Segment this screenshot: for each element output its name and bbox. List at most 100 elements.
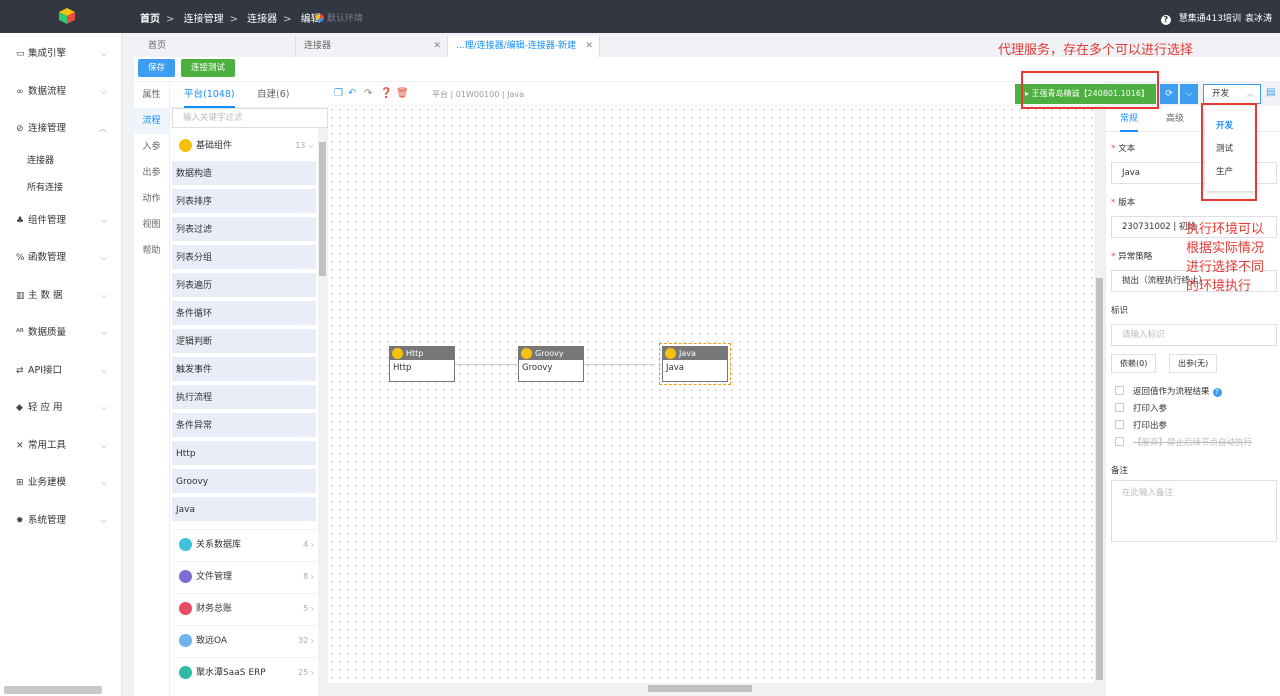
component-item[interactable]: 列表排序 [172,189,316,215]
group-base-components[interactable]: 基础组件 13 ⌵ [172,131,318,161]
refresh-icon[interactable]: ⟳ [1160,84,1178,104]
close-icon[interactable]: ✕ [585,36,593,57]
chevron-down-icon[interactable]: ⌵ [1180,84,1198,104]
component-item[interactable]: 逻辑判断 [172,329,316,355]
sidebar-item-api[interactable]: ⇄ API接口 ⌵ [0,352,121,390]
default-env-tag[interactable]: 默认环境 [316,11,363,24]
vtab-flow[interactable]: 流程 [134,108,169,134]
sidebar-item-component[interactable]: ♣ 组件管理 ⌵ [0,202,121,240]
env-select[interactable]: 开发 ︿ [1203,84,1261,104]
check-print-output[interactable]: 打印出参 [1115,419,1167,431]
breadcrumb-home[interactable]: 首页 [140,14,160,25]
tab-label: 连接器 [304,41,332,51]
sidebar-sub-all-connections[interactable]: 所有连接 [0,175,121,202]
gear-icon: ✹ [16,515,24,526]
node-icon [392,348,403,359]
vtab-input[interactable]: 入参 [134,134,169,160]
palette-scrollbar-thumb[interactable] [319,142,326,276]
sidebar-label: 函数管理 [28,252,67,263]
palette-group[interactable]: 致远OA 32 › [172,625,318,655]
help-icon[interactable]: ? [1212,388,1222,397]
palette-group[interactable]: 财务总账 5 › [172,593,318,623]
vtab-properties[interactable]: 属性 [134,82,169,108]
sidebar-sub-connector[interactable]: 连接器 [0,148,121,175]
vtab-action[interactable]: 动作 [134,186,169,212]
chevron-down-icon: ⌵ [100,49,107,58]
breadcrumb-connection[interactable]: 连接管理 [184,14,224,25]
tab-connector-edit[interactable]: ...理/连接器/编辑-连接器-新建 ✕ [448,36,600,57]
copy-icon[interactable]: ❐ [334,88,343,99]
palette-group[interactable]: 关系数据库 4 › [172,529,318,559]
check-return-as-result[interactable]: 返回值作为流程结果? [1115,385,1222,397]
component-item[interactable]: 执行流程 [172,385,316,411]
sidebar-item-light-app[interactable]: ◆ 轻 应 用 ⌵ [0,389,121,427]
tab-advanced[interactable]: 高级 [1166,106,1184,132]
component-item[interactable]: 列表分组 [172,245,316,271]
sidebar-item-flow[interactable]: ∞ 数据流程 ⌵ [0,73,121,111]
component-item[interactable]: 列表遍历 [172,273,316,299]
remark-textarea[interactable]: 在此输入备注 [1111,480,1277,542]
node-title: Http [406,349,424,358]
vtab-help[interactable]: 帮助 [134,238,169,264]
breadcrumb-connector[interactable]: 连接器 [247,14,277,25]
node-groovy[interactable]: Groovy Groovy [518,346,584,382]
annotation-line: 进行选择不同 [1186,260,1265,275]
org-name[interactable]: 慧集通413培训 [1179,14,1241,24]
id-label: 标识 [1111,306,1129,316]
flow-canvas[interactable]: Http Http Groovy Groovy Java Java [328,106,1094,683]
checkbox [1115,437,1124,446]
checkbox[interactable] [1115,386,1124,395]
component-item[interactable]: Groovy [172,469,316,495]
document-icon[interactable]: ▤ [1266,87,1275,98]
vtab-view[interactable]: 视图 [134,212,169,238]
tab-normal[interactable]: 常规 [1120,106,1139,132]
annotation-env: 执行环境可以 根据实际情况 进行选择不同 的环境执行 [1186,220,1264,296]
sidebar-item-function[interactable]: % 函数管理 ⌵ [0,239,121,277]
annotation-proxy-box [1021,71,1159,109]
sidebar-item-data-quality[interactable]: ᴬᴮ 数据质量 ⌵ [0,314,121,352]
help-circle-icon[interactable]: ❓ [380,88,392,99]
node-title: Groovy [535,349,564,358]
component-item[interactable]: Java [172,497,316,523]
canvas-vscroll-thumb[interactable] [1096,278,1103,680]
component-item[interactable]: 条件异常 [172,413,316,439]
sidebar-item-modeling[interactable]: ⊞ 业务建模 ⌵ [0,464,121,502]
tab-platform[interactable]: 平台(1048) [184,82,235,108]
sidebar-item-tools[interactable]: ✕ 常用工具 ⌵ [0,427,121,465]
test-connection-button[interactable]: 连接测试 [181,59,236,77]
sidebar-item-master-data[interactable]: ▥ 主 数 据 ⌵ [0,277,121,315]
sidebar-scrollbar[interactable] [4,686,102,694]
save-button[interactable]: 保存 [138,59,176,77]
undo-icon[interactable]: ↶ [348,88,356,99]
user-name[interactable]: 袁冰涛 [1245,14,1272,24]
trash-icon[interactable]: 🗑 [396,88,409,99]
component-item[interactable]: 列表过滤 [172,217,316,243]
component-item[interactable]: 数据构造 [172,161,316,187]
component-item[interactable]: 触发事件 [172,357,316,383]
node-java[interactable]: Java Java [659,343,731,385]
node-http[interactable]: Http Http [389,346,455,382]
checkbox[interactable] [1115,420,1124,429]
palette-group[interactable]: 文件管理 8 › [172,561,318,591]
deps-button[interactable]: 依赖(0) [1111,354,1157,373]
sidebar-item-engine[interactable]: ▭ 集成引擎 ⌵ [0,35,121,73]
palette-group[interactable]: 聚水潭SaaS ERP 25 › [172,657,318,687]
sidebar-item-connection[interactable]: ⊘ 连接管理 ︿ [0,110,121,148]
close-icon[interactable]: ✕ [433,36,441,57]
group-label: 文件管理 [196,572,233,582]
output-button[interactable]: 出参(无) [1169,354,1218,373]
checkbox[interactable] [1115,403,1124,412]
id-input[interactable]: 请输入标识 [1111,324,1277,346]
tab-home[interactable]: 首页 [140,36,296,57]
sidebar-item-system[interactable]: ✹ 系统管理 ⌵ [0,502,121,540]
palette-search-input[interactable]: 输入关键字过滤 [172,108,328,128]
tab-custom[interactable]: 自建(6) [257,82,289,108]
tab-connector[interactable]: 连接器 ✕ [296,36,448,57]
component-item[interactable]: Http [172,441,316,467]
check-print-input[interactable]: 打印入参 [1115,402,1167,414]
help-icon[interactable]: ? [1160,15,1171,25]
redo-icon[interactable]: ↷ [364,88,372,99]
vtab-output[interactable]: 出参 [134,160,169,186]
canvas-hscroll-thumb[interactable] [648,685,752,692]
component-item[interactable]: 条件循环 [172,301,316,327]
